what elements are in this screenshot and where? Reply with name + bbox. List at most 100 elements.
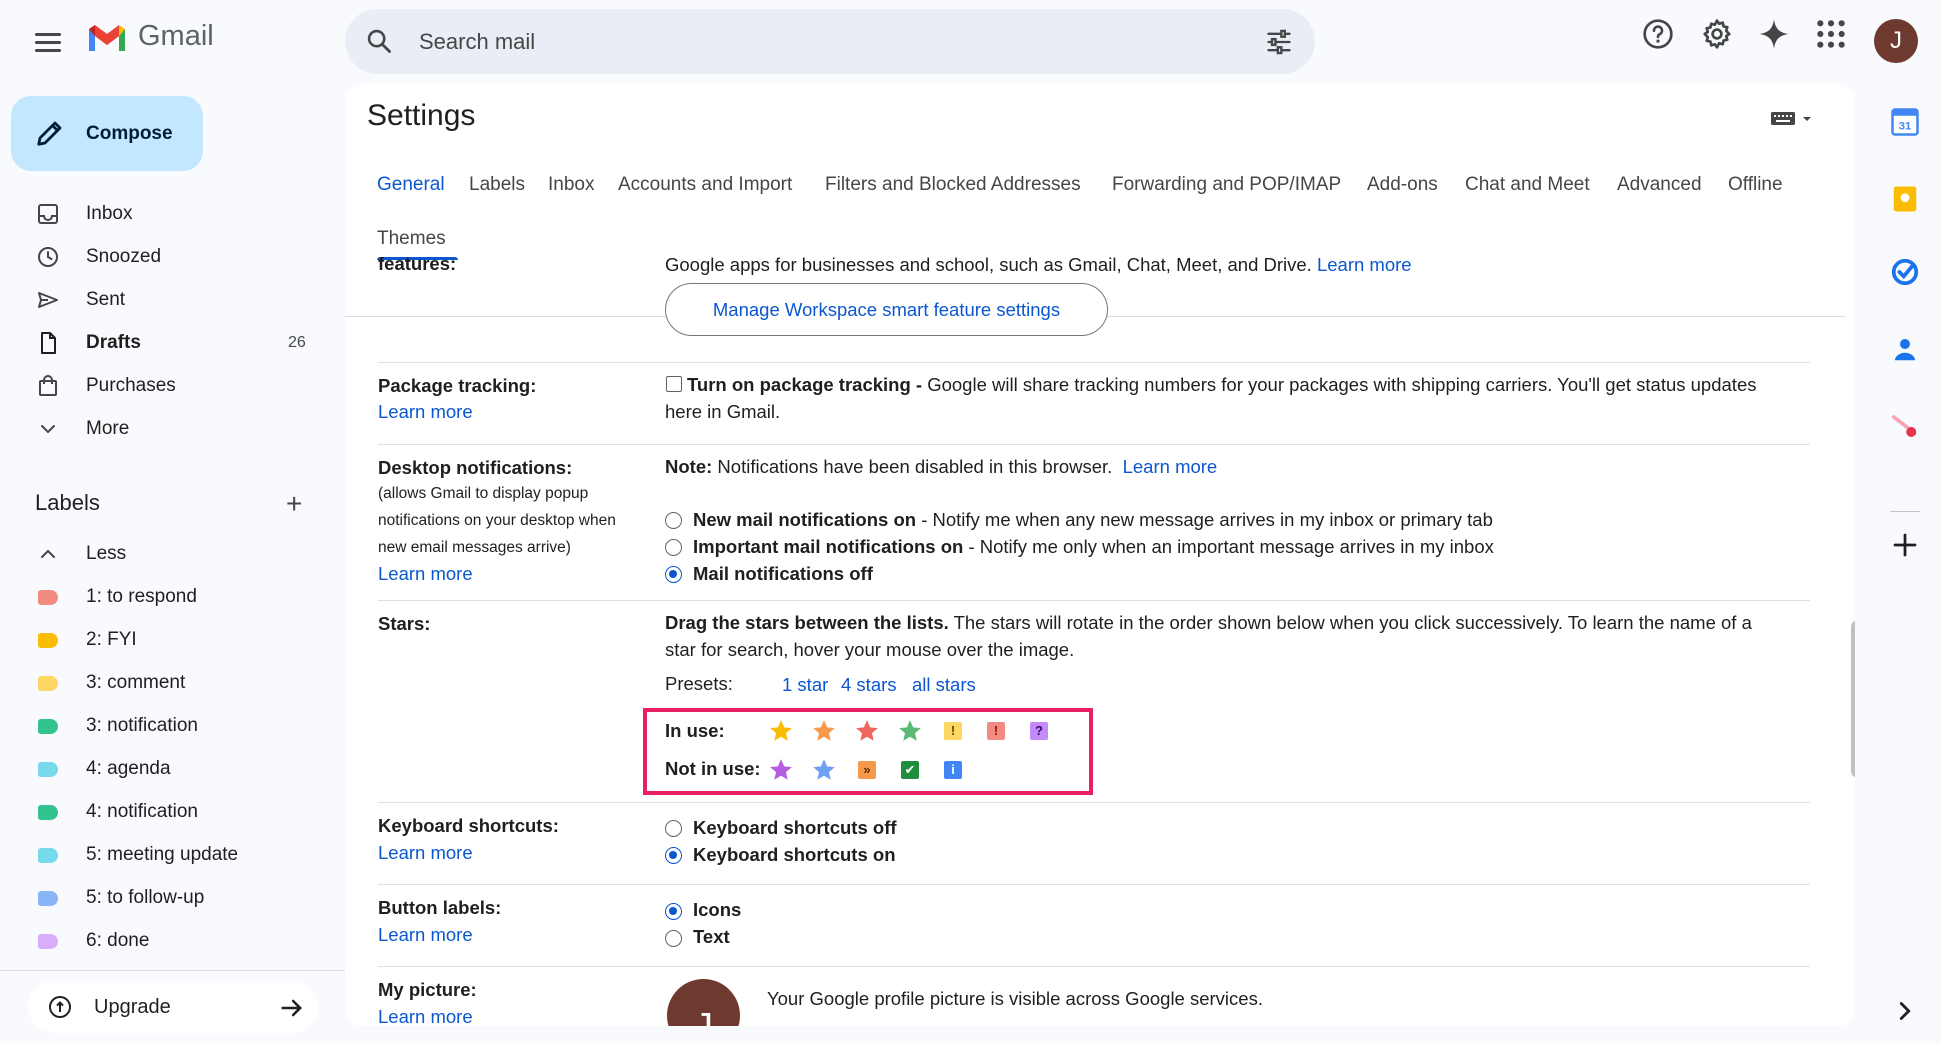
keyboard-shortcuts-on-option: Keyboard shortcuts on [693,844,896,865]
nav-item-inbox[interactable]: Inbox [0,194,330,234]
keyboard-shortcuts-on-radio[interactable] [665,847,682,864]
profile-picture-avatar[interactable]: J [667,979,740,1026]
new-mail-notifications-radio[interactable] [665,512,682,529]
manage-workspace-smart-features-button[interactable]: Manage Workspace smart feature settings [665,283,1108,336]
compose-button[interactable]: Compose [11,96,203,171]
tab-accounts-and-import[interactable]: Accounts and Import [618,174,792,214]
search-options-icon[interactable] [1265,28,1293,56]
desktop-notifications-desc-3: new email messages arrive) [378,539,571,556]
gmail-logo[interactable]: Gmail [86,20,214,53]
tab-offline[interactable]: Offline [1728,174,1783,214]
comet-addon-icon[interactable] [1890,412,1920,442]
important-mail-notifications-radio[interactable] [665,539,682,556]
label-item[interactable]: 3: notification [0,706,330,746]
search-bar[interactable] [345,9,1315,74]
gemini-sparkle-icon[interactable] [1758,18,1790,50]
side-panel-divider [1890,511,1920,512]
google-calendar-icon[interactable]: 31 [1890,107,1920,137]
shopping-bag-icon [39,375,57,396]
yellow-bang-icon[interactable]: ! [944,722,962,740]
label-item[interactable]: 6: done [0,921,330,961]
green-star-icon[interactable] [897,718,923,744]
label-item[interactable]: 3: comment [0,663,330,703]
tab-inbox[interactable]: Inbox [548,174,594,214]
tab-labels[interactable]: Labels [469,174,525,214]
account-avatar[interactable]: J [1874,19,1918,63]
important-mail-notifications-option: Important mail notifications on - Notify… [693,536,1494,557]
label-item[interactable]: 4: notification [0,792,330,832]
add-addon-plus-icon[interactable] [1890,530,1920,560]
stars-in-use-label: In use: [665,720,725,741]
desktop-notifications-learn-more-link[interactable]: Learn more [378,563,473,585]
nav-item-sent[interactable]: Sent [0,280,330,320]
preset-all-stars-link[interactable]: all stars [912,671,976,698]
row-divider [378,362,1810,363]
stars-not-in-use-label: Not in use: [665,758,761,779]
preset-4-stars-link[interactable]: 4 stars [841,671,897,698]
help-icon[interactable] [1642,18,1674,50]
keyboard-shortcuts-learn-more-link[interactable]: Learn more [378,842,473,864]
preset-1-star-link[interactable]: 1 star [782,671,828,698]
google-tasks-icon[interactable] [1890,257,1920,287]
yellow-star-icon[interactable] [768,718,794,744]
button-labels-learn-more-link[interactable]: Learn more [378,924,473,946]
row-divider [378,600,1810,601]
green-check-icon[interactable]: ✔ [901,761,919,779]
google-contacts-icon[interactable] [1890,334,1920,364]
smart-features-learn-more-link[interactable]: Learn more [1317,257,1412,275]
input-tools-keyboard-icon[interactable] [1770,108,1820,128]
tab-add-ons[interactable]: Add-ons [1367,174,1438,214]
inbox-icon [38,204,58,224]
main-menu-icon[interactable] [28,22,68,62]
tab-chat-and-meet[interactable]: Chat and Meet [1465,174,1590,214]
red-star-icon[interactable] [854,718,880,744]
label-tag-icon [38,934,58,949]
keyboard-shortcuts-off-radio[interactable] [665,820,682,837]
label-item-name: 5: meeting update [86,844,239,865]
notifications-note-learn-more-link[interactable]: Learn more [1123,456,1218,477]
settings-gear-icon[interactable] [1701,18,1733,50]
button-labels-text-radio[interactable] [665,930,682,947]
label-item[interactable]: 4: agenda [0,749,330,789]
settings-scrollbar[interactable] [1851,620,1855,778]
tab-filters-and-blocked[interactable]: Filters and Blocked Addresses [825,174,1081,214]
nav-item-purchases[interactable]: Purchases [0,366,330,406]
upgrade-button[interactable]: Upgrade [28,981,318,1033]
label-item[interactable]: 5: meeting update [0,835,330,875]
button-labels-text-option: Text [693,926,730,947]
arrow-right-icon [281,999,302,1017]
smart-features-label: features: [378,257,457,274]
labels-toggle-less[interactable]: Less [0,534,330,574]
orange-star-icon[interactable] [811,718,837,744]
add-label-icon[interactable]: + [286,488,302,520]
expand-side-panel-chevron-icon[interactable] [1890,996,1920,1026]
purple-question-icon[interactable]: ? [1030,722,1048,740]
button-labels-icons-radio[interactable] [665,903,682,920]
red-bang-icon[interactable]: ! [987,722,1005,740]
tab-advanced[interactable]: Advanced [1617,174,1702,214]
blue-star-icon[interactable] [811,757,837,783]
label-item-name: 3: notification [86,715,198,736]
search-input[interactable] [419,9,1219,74]
search-icon[interactable] [365,27,393,55]
package-tracking-checkbox[interactable] [666,376,682,392]
drafts-count: 26 [288,334,306,351]
blue-info-icon[interactable]: i [944,761,962,779]
google-apps-icon[interactable] [1815,18,1847,50]
stars-label: Stars: [378,613,431,634]
my-picture-learn-more-link[interactable]: Learn more [378,1006,473,1026]
orange-guillemet-icon[interactable]: » [858,761,876,779]
package-tracking-learn-more-link[interactable]: Learn more [378,401,473,423]
mail-notifications-off-radio[interactable] [665,566,682,583]
nav-item-more[interactable]: More [0,409,330,449]
google-keep-icon[interactable] [1890,184,1920,214]
label-item[interactable]: 2: FYI [0,620,330,660]
label-item[interactable]: 5: to follow-up [0,878,330,918]
nav-item-snoozed[interactable]: Snoozed [0,237,330,277]
nav-item-drafts[interactable]: Drafts 26 [0,323,330,363]
tab-general[interactable]: General [377,174,445,214]
keyboard-shortcuts-label: Keyboard shortcuts: [378,815,559,836]
purple-star-icon[interactable] [768,757,794,783]
tab-forwarding-pop-imap[interactable]: Forwarding and POP/IMAP [1112,174,1341,214]
label-item[interactable]: 1: to respond [0,577,330,617]
